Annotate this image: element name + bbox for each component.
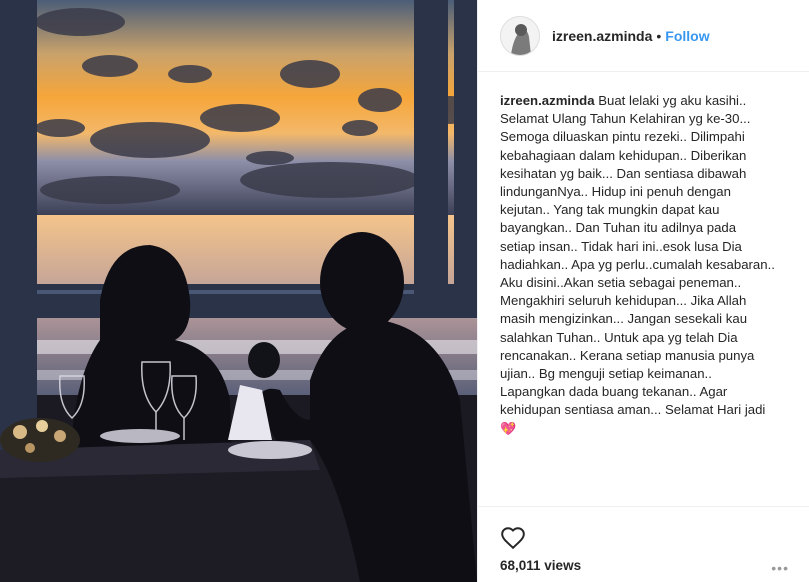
username[interactable]: izreen.azminda <box>552 28 652 44</box>
caption-line: Lapangkan dada buang tekanan.. Agar <box>500 384 728 400</box>
view-count: 68,011 views <box>500 558 582 573</box>
follow-button[interactable]: Follow <box>665 28 709 44</box>
caption-line: Buat lelaki yg aku kasihi.. <box>598 93 747 108</box>
caption-line: kesihatan yg baik... Dan sentiasa dibawa… <box>500 165 747 181</box>
caption-line: kebahagiaan dalam kehidupan.. Diberikan <box>500 147 747 163</box>
caption-line: Selamat Ulang Tahun Kelahiran yg ke-30..… <box>500 111 751 127</box>
post-header: izreen.azminda • Follow <box>478 0 809 72</box>
caption-line: kejutan.. Yang tak mungkin dapat kau <box>500 202 720 218</box>
more-options-icon[interactable]: ••• <box>771 560 789 576</box>
caption-line: masih mengizinkan... Jangan sesekali kau <box>500 311 748 327</box>
caption-line: Aku disini..Akan setia sebagai peneman.. <box>500 275 742 291</box>
instagram-post: izreen.azminda • Follow izreen.azminda B… <box>0 0 809 582</box>
caption-line: lindunganNya.. Hidup ini penuh dengan <box>500 184 731 200</box>
caption-line: bayangkan.. Dan Tuhan itu adilnya pada <box>500 220 737 236</box>
caption-line: salahkan Tuhan.. Untuk apa yg telah Dia <box>500 329 738 345</box>
sunset-dinner-photo <box>0 0 477 582</box>
heart-emoji-icon: 💖 <box>500 420 517 436</box>
post-actions: 68,011 views ••• <box>478 506 809 576</box>
caption-line: kehidupan sentiasa aman... Selamat Hari … <box>500 402 766 418</box>
post-caption: izreen.azminda Buat lelaki yg aku kasihi… <box>478 72 809 444</box>
caption-line: ujian.. Bg menguji setiap keimanan.. <box>500 366 712 382</box>
post-sidebar: izreen.azminda • Follow izreen.azminda B… <box>477 0 809 582</box>
separator-dot: • <box>656 27 662 44</box>
avatar-image <box>501 16 539 55</box>
caption-line: setiap insan.. Tidak hari ini..esok lusa… <box>500 238 742 254</box>
caption-line: Semoga diluaskan pintu rezeki.. Dilimpah… <box>500 129 745 145</box>
heart-icon[interactable] <box>500 525 526 551</box>
post-photo[interactable] <box>0 0 477 582</box>
caption-username[interactable]: izreen.azminda <box>500 93 595 108</box>
caption-line: hadiahkan.. Apa yg perlu..cumalah kesaba… <box>500 256 775 272</box>
caption-line: rencanakan.. Kerana setiap manusia punya <box>500 347 755 363</box>
avatar[interactable] <box>500 15 540 56</box>
caption-line: Mengakhiri seluruh kehidupan... Jika All… <box>500 293 747 309</box>
